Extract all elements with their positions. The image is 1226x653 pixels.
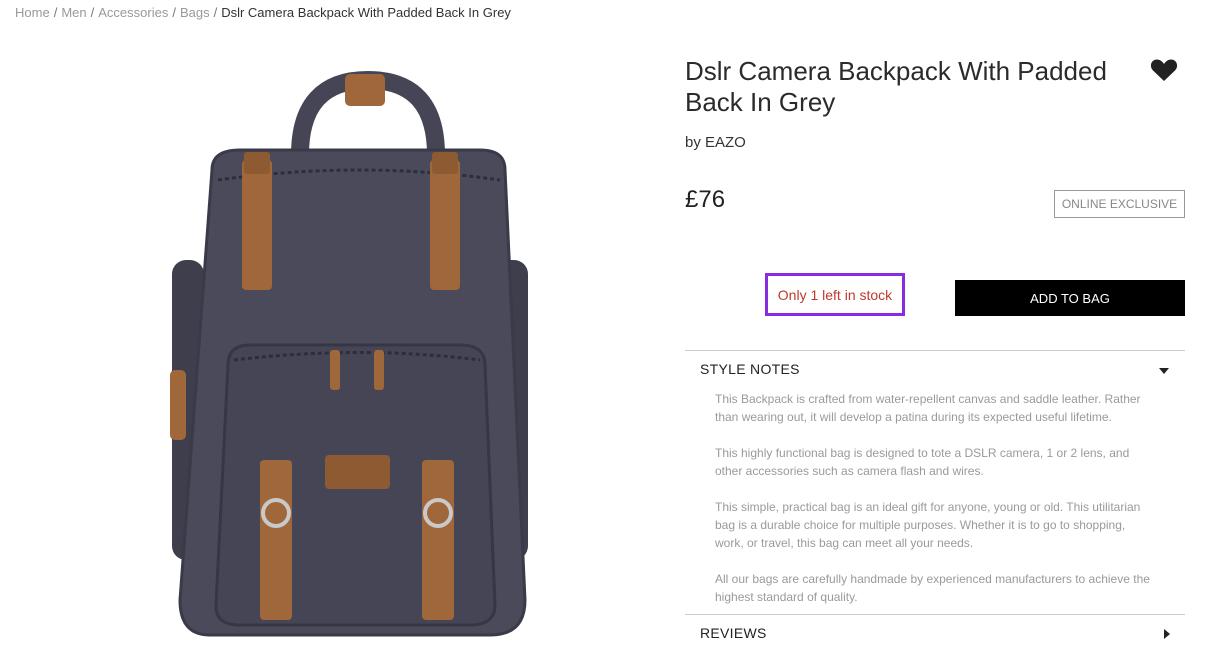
product-title: Dslr Camera Backpack With Padded Back In… xyxy=(685,56,1107,117)
divider xyxy=(685,614,1185,615)
breadcrumb-separator: / xyxy=(172,5,176,20)
breadcrumb-bags[interactable]: Bags xyxy=(180,5,210,20)
heart-icon[interactable] xyxy=(1150,58,1178,82)
backpack-illustration xyxy=(170,70,528,637)
online-exclusive-badge: ONLINE EXCLUSIVE xyxy=(1054,190,1185,218)
style-note-paragraph: This highly functional bag is designed t… xyxy=(715,446,1130,478)
breadcrumb: Home / Men / Accessories / Bags / Dslr Camera Ba… xyxy=(15,5,511,20)
breadcrumb-separator: / xyxy=(213,5,218,20)
style-note-paragraph: This simple, practical bag is an ideal g… xyxy=(715,500,1141,550)
product-brand[interactable]: by EAZO xyxy=(685,134,746,151)
breadcrumb-separator: / xyxy=(90,5,95,20)
caret-down-icon[interactable] xyxy=(1159,364,1169,374)
reviews-header[interactable]: REVIEWS xyxy=(700,625,767,641)
stock-status: Only 1 left in stock xyxy=(765,273,905,316)
breadcrumb-home[interactable]: Home xyxy=(15,5,50,20)
breadcrumb-men[interactable]: Men xyxy=(61,5,86,20)
product-image[interactable] xyxy=(150,60,550,650)
style-notes-header[interactable]: STYLE NOTES xyxy=(700,361,800,377)
style-notes-content: This Backpack is crafted from water-repe… xyxy=(715,390,1155,624)
caret-right-icon[interactable] xyxy=(1162,626,1172,639)
style-note-paragraph: All our bags are carefully handmade by e… xyxy=(715,572,1150,604)
add-to-bag-button[interactable]: ADD TO BAG xyxy=(955,280,1185,316)
breadcrumb-current: Dslr Camera Backpack With Padded Back In… xyxy=(221,5,511,20)
breadcrumb-separator: / xyxy=(53,5,58,20)
product-price: £76 xyxy=(685,186,726,213)
style-note-paragraph: This Backpack is crafted from water-repe… xyxy=(715,392,1141,424)
breadcrumb-accessories[interactable]: Accessories xyxy=(98,5,168,20)
divider xyxy=(685,350,1185,351)
